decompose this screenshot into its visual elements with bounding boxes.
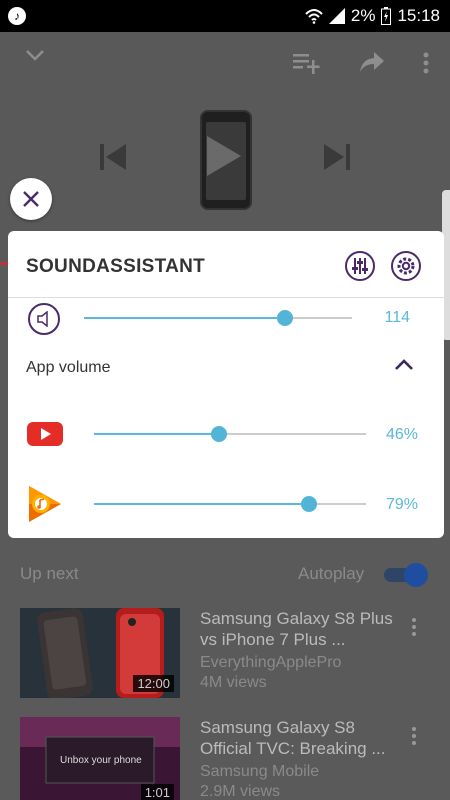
battery-percent: 2%	[350, 6, 376, 25]
previous-icon[interactable]	[100, 144, 126, 170]
play-music-volume-value: 79%	[385, 496, 418, 513]
speaker-icon	[37, 311, 48, 327]
video-list-item[interactable]: Unbox your phone 1:01 Samsung Galaxy S8 …	[20, 717, 440, 800]
video-list-item[interactable]: 12:00 Samsung Galaxy S8 Plus vs iPhone 7…	[20, 608, 440, 698]
video-thumbnail[interactable]: 12:00	[20, 608, 180, 698]
add-to-playlist-icon[interactable]	[293, 52, 321, 74]
autoplay-label: Autoplay	[298, 564, 365, 583]
up-next-label: Up next	[20, 564, 79, 583]
more-vert-icon[interactable]	[412, 727, 418, 747]
youtube-volume-slider[interactable]	[94, 426, 366, 442]
video-views: 2.9M views	[200, 783, 281, 800]
settings-button[interactable]	[391, 251, 421, 281]
slider-fill	[84, 317, 285, 319]
close-icon	[23, 191, 39, 207]
autoplay-toggle[interactable]	[384, 563, 428, 587]
slider-thumb[interactable]	[211, 426, 228, 442]
clock: 15:18	[397, 6, 440, 25]
video-views: 4M views	[200, 674, 267, 691]
more-vert-icon[interactable]	[423, 52, 429, 74]
chevron-up-icon[interactable]	[394, 359, 414, 371]
slider-fill	[94, 433, 220, 435]
video-title[interactable]: Samsung Galaxy S8 Plus vs iPhone 7 Plus …	[200, 608, 400, 650]
battery-icon	[381, 7, 392, 25]
signal-icon	[328, 8, 345, 24]
video-channel: EverythingApplePro	[200, 654, 342, 671]
thumbnail-text: Unbox your phone	[60, 755, 142, 766]
equalizer-icon	[352, 258, 368, 274]
video-title[interactable]: Samsung Galaxy S8 Official TVC: Breaking…	[200, 717, 400, 759]
status-icons: 2% 15:18	[305, 0, 440, 32]
status-bar: ♪ 2% 15:18	[0, 0, 450, 32]
wifi-icon	[305, 9, 323, 24]
speaker-button[interactable]	[28, 303, 60, 335]
equalizer-button[interactable]	[345, 251, 375, 281]
panel-title: SOUNDASSISTANT	[26, 256, 206, 277]
video-channel: Samsung Mobile	[200, 763, 320, 780]
youtube-icon	[27, 422, 63, 446]
play-icon[interactable]	[207, 136, 241, 176]
video-duration: 1:01	[140, 784, 174, 800]
app-volume-label: App volume	[26, 359, 111, 376]
divider	[8, 297, 444, 298]
slider-fill	[94, 503, 309, 505]
master-volume-value: 114	[384, 309, 410, 326]
video-thumbnail[interactable]: Unbox your phone 1:01	[20, 717, 180, 800]
more-vert-icon[interactable]	[412, 618, 418, 638]
next-icon[interactable]	[324, 144, 350, 170]
video-player[interactable]	[0, 32, 450, 264]
share-icon[interactable]	[360, 52, 384, 72]
slider-thumb[interactable]	[277, 310, 293, 326]
google-play-music-icon	[29, 486, 61, 522]
slider-thumb[interactable]	[300, 496, 317, 512]
music-note-icon: ♪	[8, 7, 26, 25]
sound-assistant-panel: SOUNDASSISTANT 114 App volume 46% 79%	[8, 231, 444, 538]
close-button[interactable]	[10, 178, 52, 220]
video-duration: 12:00	[133, 675, 174, 692]
youtube-volume-value: 46%	[385, 426, 418, 443]
master-volume-slider[interactable]	[84, 310, 352, 326]
chevron-down-icon[interactable]	[24, 48, 46, 62]
play-music-volume-slider[interactable]	[94, 496, 366, 512]
settings-icon	[397, 257, 415, 275]
